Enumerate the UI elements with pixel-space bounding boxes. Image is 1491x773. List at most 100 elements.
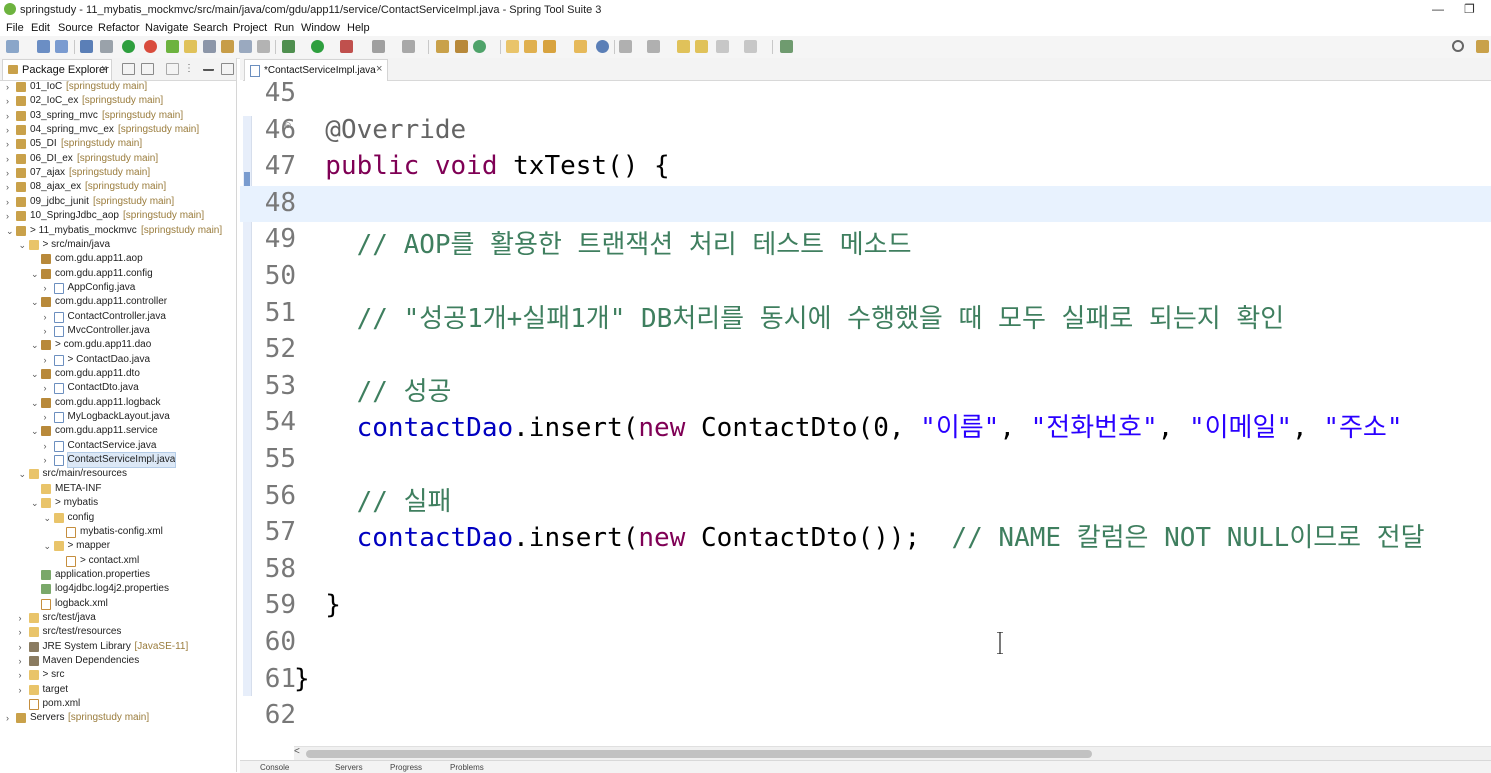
open-type-icon[interactable] <box>506 40 519 53</box>
collapsed-chevron-icon[interactable]: › <box>19 611 27 625</box>
collapsed-chevron-icon[interactable]: › <box>6 180 14 194</box>
collapsed-chevron-icon[interactable]: › <box>44 281 52 295</box>
stop-server-icon[interactable] <box>144 40 157 53</box>
previous-annotation-icon[interactable] <box>647 40 660 53</box>
menu-file[interactable]: File <box>6 22 24 34</box>
new-package-icon[interactable] <box>455 40 468 53</box>
code-line[interactable]: 61} <box>240 662 1491 698</box>
code-line[interactable]: 55 <box>240 442 1491 478</box>
code-line[interactable]: 48 <box>240 185 1491 222</box>
search-icon-toolbar[interactable] <box>543 40 556 53</box>
code-line[interactable]: 62 <box>240 698 1491 734</box>
back-icon[interactable] <box>695 40 708 53</box>
expanded-chevron-icon[interactable]: ⌄ <box>6 224 14 238</box>
code-line[interactable]: 56 // 실패 <box>240 479 1491 517</box>
tab-contactserviceimpl[interactable]: *ContactServiceImpl.java × <box>244 59 388 81</box>
expanded-chevron-icon[interactable]: ⌄ <box>31 295 39 309</box>
new-icon[interactable] <box>6 40 19 53</box>
close-icon[interactable]: × <box>101 63 107 75</box>
collapsed-chevron-icon[interactable]: › <box>6 123 14 137</box>
minimize-view-icon[interactable] <box>203 65 214 71</box>
print-icon[interactable] <box>80 40 93 53</box>
tab-console[interactable]: Console <box>260 763 289 772</box>
collapsed-chevron-icon[interactable]: › <box>6 152 14 166</box>
save-all-icon[interactable] <box>55 40 68 53</box>
code-line[interactable]: 58 <box>240 552 1491 588</box>
collapsed-chevron-icon[interactable]: › <box>6 80 14 94</box>
profile-icon[interactable] <box>402 40 415 53</box>
menu-help[interactable]: Help <box>347 22 370 34</box>
collapsed-chevron-icon[interactable]: › <box>6 109 14 123</box>
globe-icon[interactable] <box>596 40 609 53</box>
coverage-icon[interactable] <box>372 40 385 53</box>
toggle-block-selection-icon[interactable] <box>203 40 216 53</box>
menu-window[interactable]: Window <box>301 22 340 34</box>
collapsed-chevron-icon[interactable]: › <box>6 94 14 108</box>
collapsed-chevron-icon[interactable]: › <box>19 640 27 654</box>
code-area[interactable]: 45 46 ⊖ @Override 47 public void txTest() {… <box>240 80 1491 746</box>
code-line[interactable]: 51 // "성공1개+실패1개" DB처리를 동시에 수행했을 때 모두 실패… <box>240 296 1491 334</box>
code-line[interactable]: 57 contactDao.insert(new ContactDto()); … <box>240 515 1491 553</box>
expanded-chevron-icon[interactable]: ⌄ <box>44 511 52 525</box>
expanded-chevron-icon[interactable]: ⌄ <box>31 367 39 381</box>
collapsed-chevron-icon[interactable]: › <box>44 439 52 453</box>
java-perspective-icon[interactable] <box>1476 40 1489 53</box>
link-with-editor-icon[interactable] <box>141 63 154 75</box>
code-line[interactable]: 46 ⊖ @Override <box>240 113 1491 149</box>
close-icon[interactable]: × <box>376 63 382 75</box>
collapsed-chevron-icon[interactable]: › <box>6 137 14 151</box>
external-tools-icon[interactable] <box>340 40 353 53</box>
word-wrap-icon[interactable] <box>239 40 252 53</box>
expanded-chevron-icon[interactable]: ⌄ <box>31 338 39 352</box>
debug-icon[interactable] <box>282 40 295 53</box>
quick-access-search-icon[interactable] <box>1452 40 1464 52</box>
code-line[interactable]: 52 <box>240 332 1491 368</box>
code-line[interactable]: 47 public void txTest() { <box>240 149 1491 185</box>
menu-refactor[interactable]: Refactor <box>98 22 140 34</box>
expanded-chevron-icon[interactable]: ⌄ <box>44 539 52 553</box>
save-icon[interactable] <box>37 40 50 53</box>
new-java-project-icon[interactable] <box>436 40 449 53</box>
collapsed-chevron-icon[interactable]: › <box>6 195 14 209</box>
collapsed-chevron-icon[interactable]: › <box>19 668 27 682</box>
menu-project[interactable]: Project <box>233 22 267 34</box>
code-line[interactable]: 60 <box>240 625 1491 661</box>
tab-package-explorer[interactable]: Package Explorer × <box>2 59 112 80</box>
menu-search[interactable]: Search <box>193 22 228 34</box>
scroll-left-icon[interactable]: < <box>294 746 300 757</box>
start-server-icon[interactable] <box>122 40 135 53</box>
expanded-chevron-icon[interactable]: ⌄ <box>31 496 39 510</box>
fold-toggle-icon[interactable]: ⊖ <box>284 120 292 131</box>
code-line[interactable]: 53 // 성공 <box>240 369 1491 407</box>
code-line[interactable]: 59 } <box>240 588 1491 624</box>
menu-source[interactable]: Source <box>58 22 93 34</box>
collapsed-chevron-icon[interactable]: › <box>44 310 52 324</box>
collapse-all-icon[interactable] <box>122 63 135 75</box>
tab-servers[interactable]: Servers <box>335 763 363 772</box>
code-line[interactable]: 54 contactDao.insert(new ContactDto(0, "… <box>240 405 1491 443</box>
navigate-back-icon[interactable] <box>716 40 729 53</box>
code-line[interactable]: 49 // AOP를 활용한 트랜잭션 처리 테스트 메소드 <box>240 222 1491 260</box>
toggle-mark-occurrences-icon[interactable] <box>184 40 197 53</box>
collapsed-chevron-icon[interactable]: › <box>44 453 52 467</box>
spring-icon[interactable] <box>166 40 179 53</box>
collapsed-chevron-icon[interactable]: › <box>19 683 27 697</box>
view-menu-icon[interactable]: ⋮ <box>184 63 195 74</box>
code-line[interactable]: 50 <box>240 259 1491 295</box>
expanded-chevron-icon[interactable]: ⌄ <box>19 467 27 481</box>
next-annotation-icon[interactable] <box>619 40 632 53</box>
minimize-button[interactable]: — <box>1432 2 1444 16</box>
collapsed-chevron-icon[interactable]: › <box>6 711 14 725</box>
focus-on-active-task-icon[interactable] <box>166 63 179 75</box>
horizontal-scrollbar[interactable]: < <box>294 746 1491 761</box>
pilcrow-icon[interactable] <box>257 40 270 53</box>
expanded-chevron-icon[interactable]: ⌄ <box>31 267 39 281</box>
show-whitespace-icon[interactable] <box>221 40 234 53</box>
expanded-chevron-icon[interactable]: ⌄ <box>31 396 39 410</box>
maximize-view-icon[interactable] <box>221 63 234 75</box>
collapsed-chevron-icon[interactable]: › <box>19 654 27 668</box>
navigate-forward-icon[interactable] <box>744 40 757 53</box>
scrollbar-thumb[interactable] <box>306 750 1092 758</box>
menu-navigate[interactable]: Navigate <box>145 22 188 34</box>
menu-run[interactable]: Run <box>274 22 294 34</box>
